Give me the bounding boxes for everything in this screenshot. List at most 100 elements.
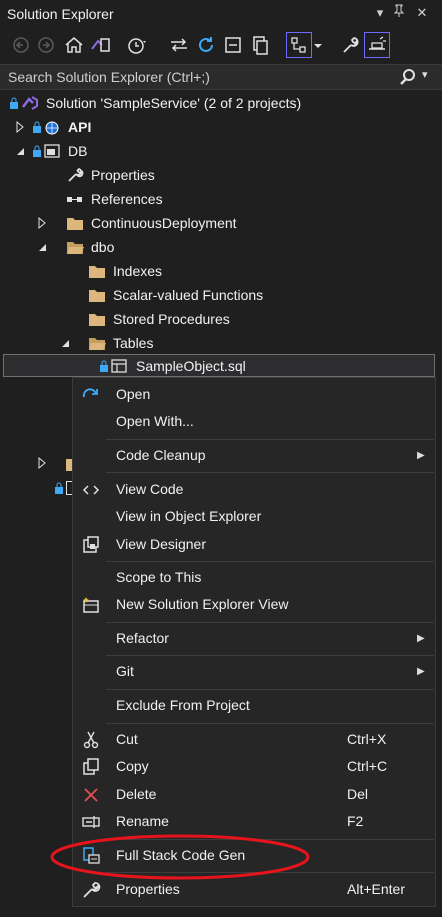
tree-label-api: API bbox=[68, 119, 92, 135]
menu-separator bbox=[106, 689, 434, 690]
menu-item-view-designer[interactable]: View Designer bbox=[73, 531, 435, 558]
menu-item-rename[interactable]: Rename F2 bbox=[73, 808, 435, 835]
lock-icon bbox=[100, 360, 108, 372]
title-bar: Solution Explorer ▾ ✕ bbox=[0, 0, 442, 30]
sync-icon[interactable] bbox=[167, 33, 191, 57]
menu-item-view-object-explorer[interactable]: View in Object Explorer bbox=[73, 503, 435, 530]
expand-arrow-icon[interactable] bbox=[36, 457, 48, 469]
copy-icon bbox=[83, 758, 99, 775]
home-icon[interactable] bbox=[62, 33, 86, 57]
menu-label-delete: Delete bbox=[116, 786, 157, 802]
menu-label-scope-to-this: Scope to This bbox=[116, 569, 202, 585]
menu-item-new-solution-explorer-view[interactable]: New Solution Explorer View bbox=[73, 591, 435, 618]
lock-icon bbox=[10, 97, 18, 109]
folder-open-icon bbox=[67, 242, 84, 254]
tree-label-scalar-functions: Scalar-valued Functions bbox=[113, 287, 264, 303]
menu-item-view-code[interactable]: View Code bbox=[73, 476, 435, 503]
menu-label-view-designer: View Designer bbox=[116, 536, 207, 552]
lock-icon bbox=[33, 145, 41, 157]
menu-shortcut-delete: Del bbox=[347, 786, 369, 802]
web-project-icon bbox=[45, 121, 59, 135]
menu-label-copy: Copy bbox=[116, 758, 149, 774]
menu-separator bbox=[106, 622, 434, 623]
switch-views-icon[interactable] bbox=[88, 33, 112, 57]
submenu-arrow-icon: ▶ bbox=[417, 633, 425, 644]
menu-item-delete[interactable]: Delete Del bbox=[73, 781, 435, 808]
database-project-icon bbox=[44, 144, 60, 158]
chevron-down-icon[interactable] bbox=[311, 33, 325, 57]
designer-icon bbox=[83, 536, 99, 553]
tree-label-stored-procedures: Stored Procedures bbox=[113, 311, 230, 327]
tree-label-dbo: dbo bbox=[91, 239, 115, 255]
menu-item-scope-to-this[interactable]: Scope to This bbox=[73, 564, 435, 591]
expand-arrow-icon[interactable] bbox=[36, 217, 48, 229]
pending-changes-icon[interactable] bbox=[124, 33, 148, 57]
preview-selected-icon[interactable] bbox=[286, 32, 312, 58]
menu-label-code-cleanup: Code Cleanup bbox=[116, 447, 206, 463]
tree-label-continuousdeployment: ContinuousDeployment bbox=[91, 215, 237, 231]
properties-wrench-icon[interactable] bbox=[338, 33, 362, 57]
window-title: Solution Explorer bbox=[7, 6, 114, 22]
search-icon[interactable] bbox=[399, 68, 417, 89]
folder-icon bbox=[89, 290, 105, 302]
lock-icon bbox=[33, 121, 41, 133]
menu-shortcut-properties: Alt+Enter bbox=[347, 881, 405, 897]
dropdown-icon[interactable]: ▾ bbox=[371, 4, 389, 22]
menu-item-code-cleanup[interactable]: Code Cleanup ▶ bbox=[73, 442, 435, 469]
close-icon[interactable]: ✕ bbox=[413, 4, 431, 22]
preview-icon[interactable] bbox=[364, 32, 390, 58]
menu-separator bbox=[106, 439, 434, 440]
show-all-files-icon[interactable] bbox=[248, 33, 272, 57]
menu-item-exclude-from-project[interactable]: Exclude From Project bbox=[73, 692, 435, 719]
menu-shortcut-copy: Ctrl+C bbox=[347, 758, 388, 774]
menu-label-exclude-from-project: Exclude From Project bbox=[116, 697, 250, 713]
search-options-icon[interactable]: ▾ bbox=[422, 68, 428, 81]
menu-item-refactor[interactable]: Refactor ▶ bbox=[73, 625, 435, 652]
rename-icon bbox=[82, 816, 100, 828]
open-arrow-icon bbox=[82, 388, 98, 398]
menu-label-new-solution-explorer-view: New Solution Explorer View bbox=[116, 596, 289, 612]
menu-label-open-with: Open With... bbox=[116, 413, 194, 429]
collapse-arrow-icon[interactable] bbox=[36, 241, 48, 253]
tree-label-solution: Solution 'SampleService' (2 of 2 project… bbox=[46, 95, 302, 111]
menu-item-open[interactable]: Open bbox=[73, 381, 435, 408]
collapse-arrow-icon[interactable] bbox=[59, 337, 71, 349]
back-icon[interactable] bbox=[9, 33, 33, 57]
collapse-arrow-icon[interactable] bbox=[14, 145, 26, 157]
toolbar bbox=[0, 30, 442, 63]
menu-item-copy[interactable]: Copy Ctrl+C bbox=[73, 753, 435, 780]
menu-label-refactor: Refactor bbox=[116, 630, 169, 646]
folder-icon bbox=[67, 218, 83, 230]
tree-label-references: References bbox=[91, 191, 163, 207]
folder-icon bbox=[89, 314, 105, 326]
wrench-icon bbox=[68, 167, 84, 182]
refresh-icon[interactable] bbox=[194, 33, 218, 57]
wrench-icon bbox=[83, 882, 101, 898]
menu-item-open-with[interactable]: Open With... bbox=[73, 408, 435, 435]
menu-shortcut-cut: Ctrl+X bbox=[347, 731, 387, 747]
menu-item-cut[interactable]: Cut Ctrl+X bbox=[73, 726, 435, 753]
collapse-all-icon[interactable] bbox=[221, 33, 245, 57]
menu-separator bbox=[106, 655, 434, 656]
tree-label-indexes: Indexes bbox=[113, 263, 163, 279]
forward-icon[interactable] bbox=[34, 33, 58, 57]
sql-table-icon bbox=[111, 359, 127, 373]
menu-separator bbox=[106, 561, 434, 562]
tree-item-sampleobject-selected[interactable]: SampleObject.sql bbox=[3, 354, 435, 377]
menu-label-view-object-explorer: View in Object Explorer bbox=[116, 508, 262, 524]
menu-item-git[interactable]: Git ▶ bbox=[73, 658, 435, 685]
submenu-arrow-icon: ▶ bbox=[417, 666, 425, 677]
lock-icon bbox=[55, 482, 63, 494]
new-view-icon bbox=[83, 597, 99, 613]
menu-label-git: Git bbox=[116, 663, 134, 679]
tree-label-sampleobject: SampleObject.sql bbox=[136, 358, 246, 374]
pin-icon[interactable] bbox=[390, 4, 408, 22]
expand-arrow-icon[interactable] bbox=[14, 121, 26, 133]
solution-icon bbox=[22, 96, 38, 110]
menu-label-rename: Rename bbox=[116, 813, 169, 829]
menu-label-view-code: View Code bbox=[116, 481, 184, 497]
tree-label-tables: Tables bbox=[113, 335, 154, 351]
submenu-arrow-icon: ▶ bbox=[417, 450, 425, 461]
menu-shortcut-rename: F2 bbox=[347, 813, 364, 829]
search-box[interactable]: Search Solution Explorer (Ctrl+;) ▾ bbox=[0, 64, 442, 90]
